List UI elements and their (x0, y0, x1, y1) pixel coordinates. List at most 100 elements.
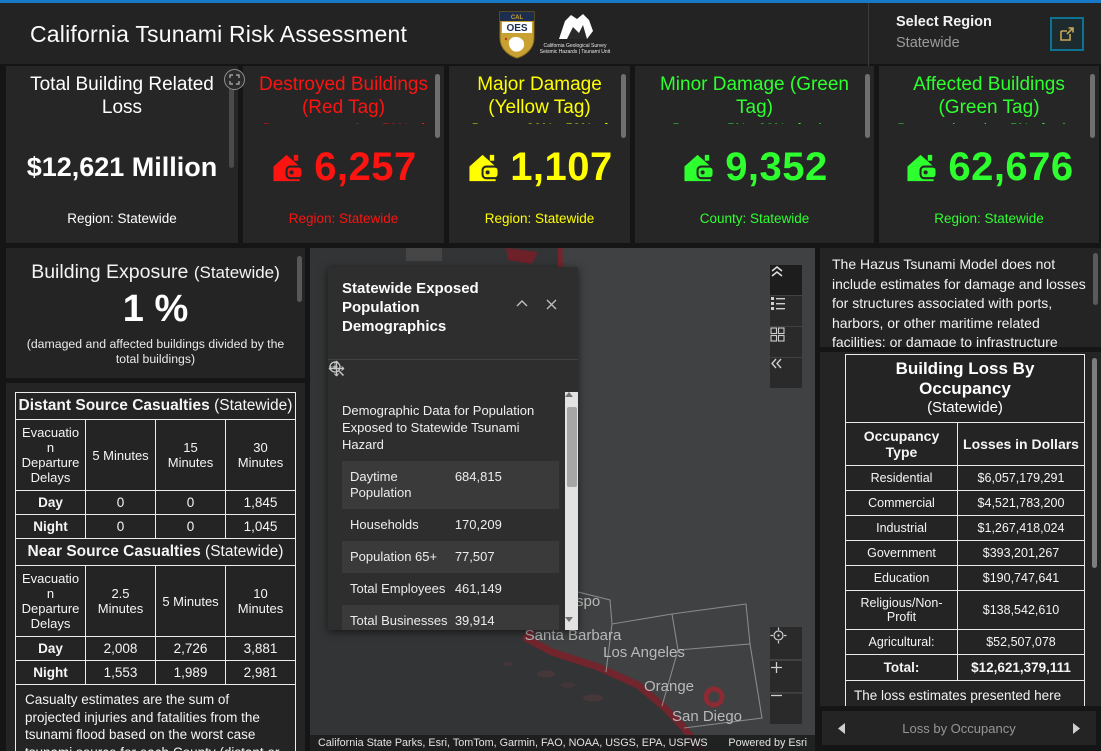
building-loss-table: Building Loss By Occupancy (Statewide) O… (845, 354, 1085, 706)
card-title: Destroyed Buildings (Red Tag) (257, 73, 430, 119)
popup-scrollbar[interactable] (565, 392, 578, 630)
card-title: Total Building Related Loss (20, 73, 224, 119)
card-total-loss: Total Building Related Loss $12,621 Mill… (6, 66, 238, 243)
open-region-selector-button[interactable] (1050, 17, 1084, 51)
distant-casualties-table: Distant Source Casualties (Statewide) Ev… (15, 392, 296, 539)
triangle-left-icon (838, 723, 845, 734)
double-chevron-left-icon (770, 358, 783, 369)
scrollbar-thumb[interactable] (1090, 74, 1095, 138)
demographic-row: Households170,209 (342, 509, 559, 541)
locate-button[interactable] (770, 627, 802, 659)
near-casualties-table: Near Source Casualties (Statewide) Evacu… (15, 538, 296, 685)
loss-note-text: The loss estimates presented here includ… (846, 681, 1084, 706)
cal-oes-logo: CAL OES (498, 11, 536, 59)
table-row: Commercial$4,521,783,200 (846, 491, 1084, 516)
scrollbar-thumb[interactable] (435, 74, 440, 138)
column-header: 15 Minutes (156, 420, 226, 491)
legend-button[interactable] (770, 296, 802, 326)
scroll-up-icon[interactable] (565, 392, 578, 405)
double-chevron-up-icon (770, 265, 784, 278)
column-header: 2.5 Minutes (86, 566, 156, 637)
popup-close-button[interactable] (546, 299, 564, 317)
table-title: Distant Source Casualties (Statewide) (16, 393, 296, 420)
scrollbar-thumb[interactable] (1093, 253, 1098, 305)
popup-collapse-button[interactable] (516, 299, 534, 317)
scrollbar-thumb[interactable] (297, 256, 302, 302)
house-tag-icon (681, 152, 717, 184)
region-selector: Select Region Statewide (868, 3, 1101, 67)
minus-icon (770, 694, 783, 697)
basemap-gallery-button[interactable] (770, 327, 802, 357)
scroll-down-icon[interactable] (565, 617, 578, 630)
carousel-label: Loss by Occupancy (902, 721, 1015, 736)
zoom-out-button[interactable] (770, 693, 802, 724)
map-label-orange: Orange (644, 678, 694, 695)
powered-by-esri: Powered by Esri (728, 737, 807, 749)
logo-group: CAL OES California Geological Survey Sei… (498, 11, 604, 59)
demographic-row: Daytime Population684,815 (342, 461, 559, 509)
table-title: Building Loss By Occupancy (Statewide) (846, 355, 1084, 423)
cgs-logo-line2: Seismic Hazards | Tsunami Unit (540, 49, 610, 55)
column-header: Evacuation Departure Delays (16, 420, 86, 491)
scrollbar-thumb[interactable] (865, 74, 870, 138)
card-value: 1,107 (510, 145, 613, 190)
expand-card-button[interactable] (224, 69, 245, 90)
select-region-value[interactable]: Statewide (896, 35, 960, 51)
scrollbar-thumb[interactable] (621, 74, 626, 138)
expand-icon (229, 74, 240, 85)
collapse-panel-button[interactable] (770, 265, 802, 295)
demographic-row: Population 65+77,507 (342, 541, 559, 573)
table-total-row: Total:$12,621,379,111 (846, 655, 1084, 681)
collapse-sidebar-button[interactable] (770, 358, 802, 388)
exposure-value: 1 % (6, 288, 305, 331)
card-affected-buildings: Affected Buildings (Green Tag) Damage le… (879, 66, 1099, 243)
locate-icon (770, 627, 787, 644)
select-region-label: Select Region (896, 14, 992, 30)
card-title: Affected Buildings (Green Tag) (893, 73, 1085, 119)
page-title: California Tsunami Risk Assessment (30, 21, 407, 48)
attribution-text: California State Parks, Esri, TomTom, Ga… (318, 737, 708, 749)
cgs-bear-icon (553, 11, 597, 43)
column-header: 10 Minutes (226, 566, 296, 637)
card-title: Major Damage (Yellow Tag) (463, 73, 616, 119)
house-tag-icon (270, 152, 306, 184)
pan-to-icon[interactable] (328, 360, 345, 377)
house-tag-icon (904, 152, 940, 184)
scrollbar-thumb[interactable] (1092, 358, 1097, 568)
table-row: Day 0 0 1,845 (16, 491, 296, 515)
zoom-in-button[interactable] (770, 661, 802, 692)
map-popup: Statewide Exposed Population Demographic… (328, 267, 578, 630)
cgs-logo: California Geological Survey Seismic Haz… (546, 11, 604, 59)
column-header: 5 Minutes (86, 420, 156, 491)
table-row: Government$393,201,267 (846, 541, 1084, 566)
column-header: Evacuation Departure Delays (16, 566, 86, 637)
close-icon (546, 299, 557, 310)
plus-icon (770, 661, 783, 674)
casualties-note: Casualty estimates are the sum of projec… (15, 685, 296, 751)
table-row: Religious/Non-Profit$138,542,610 (846, 591, 1084, 630)
building-exposure-panel: Building Exposure (Statewide) 1 % (damag… (6, 248, 305, 378)
demographic-row: Total Businesses39,914 (342, 605, 559, 630)
svg-text:OES: OES (506, 23, 527, 34)
table-row: Industrial$1,267,418,024 (846, 516, 1084, 541)
scrollbar-thumb[interactable] (567, 407, 577, 487)
popup-intro: Demographic Data for Population Exposed … (342, 402, 559, 453)
column-header: 30 Minutes (226, 420, 296, 491)
card-footer: Region: Statewide (449, 211, 630, 243)
card-value: 62,676 (948, 145, 1073, 190)
table-row: Day 2,008 2,726 3,881 (16, 637, 296, 661)
card-footer: Region: Statewide (879, 211, 1099, 243)
carousel-prev-button[interactable] (834, 721, 848, 735)
table-row: Education$190,747,641 (846, 566, 1084, 591)
hazus-note-panel: The Hazus Tsunami Model does not include… (820, 248, 1101, 347)
map-label-san-diego: San Diego (672, 708, 742, 725)
card-title: Minor Damage (Green Tag) (649, 73, 860, 119)
header: California Tsunami Risk Assessment CAL O… (0, 0, 1101, 64)
table-header-row: Occupancy Type Losses in Dollars (846, 423, 1084, 466)
building-loss-panel: Building Loss By Occupancy (Statewide) O… (820, 352, 1101, 706)
table-row: Residential$6,057,179,291 (846, 466, 1084, 491)
carousel-next-button[interactable] (1070, 721, 1084, 735)
card-value: 6,257 (314, 145, 417, 190)
map[interactable]: spo Santa Barbara Los Angeles Orange San… (310, 248, 815, 751)
card-value: $12,621 Million (27, 152, 218, 183)
